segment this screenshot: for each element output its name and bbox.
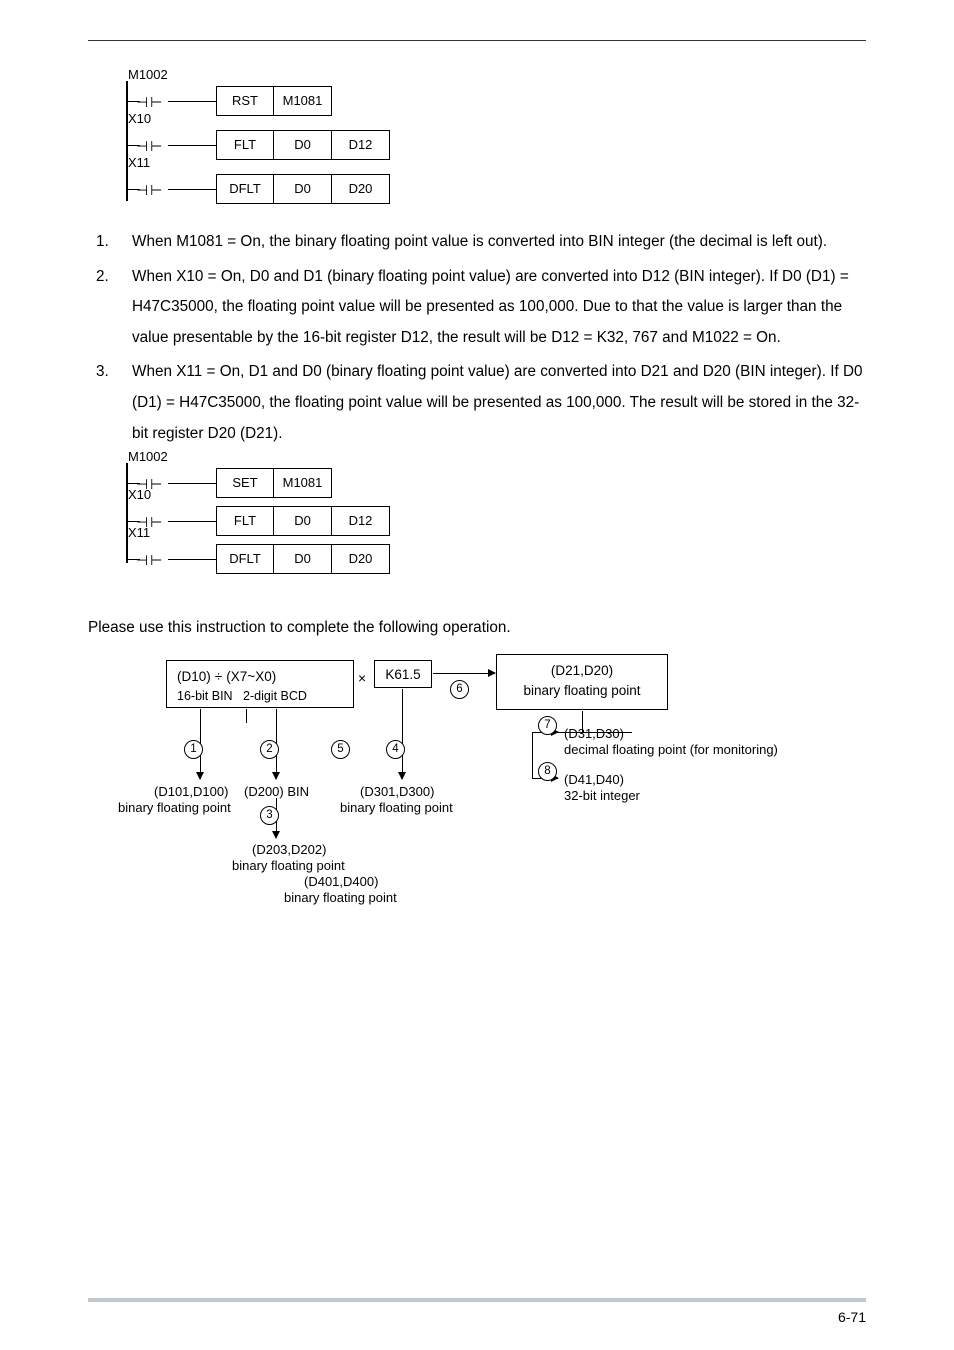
flow-d401-l2: binary floating point: [284, 888, 397, 908]
operand-box: D12: [332, 130, 390, 160]
contact-label: X11: [128, 523, 150, 543]
flow-d41-l2: 32-bit integer: [564, 786, 640, 806]
step-5-icon: 5: [331, 740, 350, 759]
list-item: When M1081 = On, the binary floating poi…: [116, 227, 866, 258]
contact-icon: ⊣ ⊢: [136, 550, 161, 571]
flow-sub-16bit: 16-bit BIN: [177, 689, 233, 703]
operand-box: M1081: [274, 468, 332, 498]
page-number: 6-71: [838, 1307, 866, 1328]
contact-label: X11: [128, 153, 150, 173]
list-item: When X11 = On, D1 and D0 (binary floatin…: [116, 357, 866, 449]
instruction-box: SET: [216, 468, 274, 498]
flow-d21-l2: binary floating point: [501, 681, 663, 701]
step-7-icon: 7: [538, 716, 557, 735]
operand-box: D12: [332, 506, 390, 536]
instruction-box: DFLT: [216, 174, 274, 204]
step-1-icon: 1: [184, 740, 203, 759]
flow-d31-l2: decimal floating point (for monitoring): [564, 740, 778, 760]
operand-box: M1081: [274, 86, 332, 116]
step-3-icon: 3: [260, 806, 279, 825]
flow-k615: K61.5: [385, 667, 420, 682]
instruction-box: FLT: [216, 130, 274, 160]
flow-box-d21: (D21,D20) binary floating point: [496, 654, 668, 710]
arrow-icon: [402, 689, 403, 779]
flow-d101-l2: binary floating point: [118, 798, 231, 818]
times-icon: ×: [358, 668, 366, 689]
list-item: When X10 = On, D0 and D1 (binary floatin…: [116, 262, 866, 354]
ladder-diagram-2: M1002 ⊣ ⊢ SET M1081 X10 ⊣ ⊢ FLT D0 D12: [126, 453, 866, 573]
operand-box: D20: [332, 174, 390, 204]
flow-d10: (D10): [177, 669, 211, 684]
operand-box: D0: [274, 506, 332, 536]
instruction-note: Please use this instruction to complete …: [88, 617, 866, 640]
explanation-list: When M1081 = On, the binary floating poi…: [88, 227, 866, 449]
flow-d301-l2: binary floating point: [340, 798, 453, 818]
instruction-box: FLT: [216, 506, 274, 536]
contact-label: M1002: [128, 447, 168, 467]
ladder-rail: [126, 463, 128, 563]
flow-sub-2bcd: 2-digit BCD: [243, 689, 307, 703]
step-4-icon: 4: [386, 740, 405, 759]
header-rule: [88, 40, 866, 41]
contact-icon: ⊣ ⊢: [136, 180, 161, 201]
operand-box: D20: [332, 544, 390, 574]
flow-box-k615: K61.5: [374, 660, 432, 688]
ladder-rail: [126, 81, 128, 201]
flow-line: [246, 709, 247, 723]
flow-d21-l1: (D21,D20): [501, 661, 663, 681]
instruction-box: RST: [216, 86, 274, 116]
ladder-diagram-1: M1002 ⊣ ⊢ RST M1081 X10 ⊣ ⊢ FLT D0 D12: [126, 71, 866, 203]
flowchart: (D10) ÷ (X7~X0) 16-bit BIN 2-digit BCD ×…: [136, 654, 866, 1024]
contact-label: X10: [128, 109, 151, 129]
step-6-icon: 6: [450, 680, 469, 699]
flow-x7x0: (X7~X0): [226, 669, 276, 684]
divide-icon: ÷: [215, 667, 223, 687]
operand-box: D0: [274, 174, 332, 204]
footer-rule: [88, 1298, 866, 1302]
step-2-icon: 2: [260, 740, 279, 759]
flow-box-d10: (D10) ÷ (X7~X0) 16-bit BIN 2-digit BCD: [166, 660, 354, 708]
instruction-box: DFLT: [216, 544, 274, 574]
arrow-icon: [433, 673, 495, 674]
operand-box: D0: [274, 130, 332, 160]
contact-label: M1002: [128, 65, 168, 85]
step-8-icon: 8: [538, 762, 557, 781]
flow-line: [532, 732, 533, 778]
contact-label: X10: [128, 485, 151, 505]
operand-box: D0: [274, 544, 332, 574]
